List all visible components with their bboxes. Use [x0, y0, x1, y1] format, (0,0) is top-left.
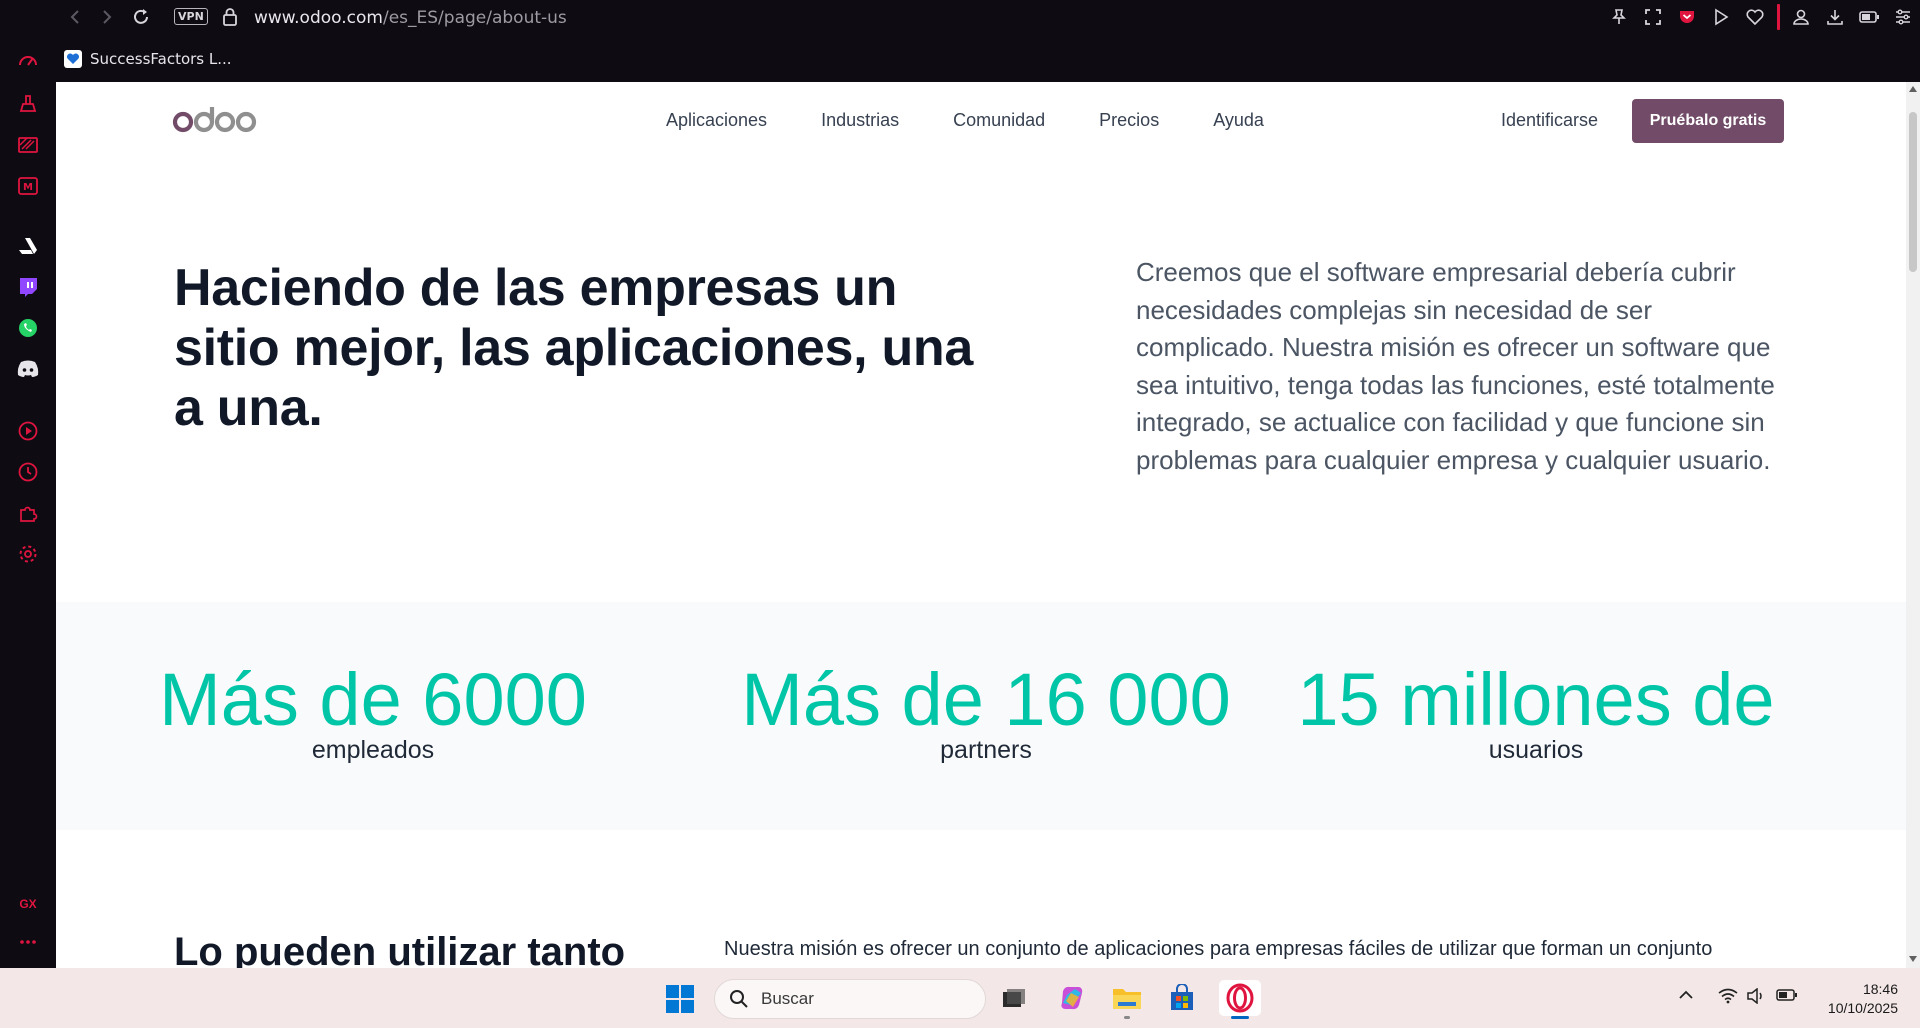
- browser-toolbar: VPN www.odoo.com/es_ES/page/about-us: [0, 0, 1920, 34]
- svg-text:M: M: [23, 182, 33, 193]
- page-scrollbar[interactable]: [1906, 82, 1920, 968]
- easy-setup-icon[interactable]: [1886, 0, 1920, 34]
- whatsapp-icon[interactable]: [16, 316, 40, 340]
- menu-precios[interactable]: Precios: [1099, 110, 1159, 131]
- player-icon[interactable]: [16, 419, 40, 443]
- gx-corner-icon[interactable]: [16, 133, 40, 157]
- vpn-badge[interactable]: VPN: [174, 8, 208, 25]
- menu-comunidad[interactable]: Comunidad: [953, 110, 1045, 131]
- extensions-icon[interactable]: [16, 501, 40, 525]
- history-icon[interactable]: [16, 460, 40, 484]
- bookmark-label: SuccessFactors L...: [90, 50, 232, 68]
- snapshot-icon[interactable]: [1636, 0, 1670, 34]
- profile-icon[interactable]: [1784, 0, 1818, 34]
- stats-section: Más de 6000 empleados Más de 16 000 part…: [56, 602, 1906, 830]
- section-title: Lo pueden utilizar tanto: [174, 930, 626, 968]
- clock-date: 10/10/2025: [1827, 1000, 1898, 1016]
- active-indicator: [1231, 1016, 1249, 1019]
- signin-link[interactable]: Identificarse: [1501, 110, 1598, 131]
- scroll-thumb[interactable]: [1909, 112, 1917, 272]
- twitch-icon[interactable]: [16, 275, 40, 299]
- search-placeholder: Buscar: [761, 989, 814, 1008]
- taskbar-search[interactable]: Buscar: [714, 979, 986, 1019]
- heart-favicon-icon: [64, 50, 82, 68]
- url-host: www.odoo.com: [254, 8, 383, 28]
- web-page: Aplicaciones Industrias Comunidad Precio…: [56, 82, 1906, 968]
- scroll-up-icon[interactable]: [1909, 86, 1917, 92]
- lock-icon[interactable]: [222, 7, 238, 32]
- stat-number: 15 millones de: [1297, 658, 1775, 741]
- section-text: Nuestra misión es ofrecer un conjunto de…: [724, 938, 1713, 960]
- forward-button[interactable]: [93, 3, 121, 31]
- file-explorer-icon[interactable]: [1109, 980, 1145, 1019]
- copilot-icon[interactable]: [1054, 980, 1090, 1016]
- artstation-icon[interactable]: [16, 234, 40, 258]
- back-button[interactable]: [61, 3, 89, 31]
- cleaner-icon[interactable]: [16, 92, 40, 116]
- address-bar[interactable]: www.odoo.com/es_ES/page/about-us: [254, 8, 567, 28]
- gx-control-label[interactable]: GX: [16, 892, 40, 916]
- try-free-button[interactable]: Pruébalo gratis: [1632, 99, 1784, 143]
- reload-button[interactable]: [127, 3, 155, 31]
- chevron-up-icon[interactable]: [1678, 988, 1694, 1006]
- hero-title: Haciendo de las empresas un sitio mejor,…: [174, 259, 973, 437]
- stat-partners: Más de 16 000 partners: [731, 658, 1241, 764]
- system-clock[interactable]: 18:46 10/10/2025: [1828, 980, 1898, 1018]
- download-icon[interactable]: [1818, 0, 1852, 34]
- stat-number: Más de 6000: [159, 658, 587, 741]
- menu-industrias[interactable]: Industrias: [821, 110, 899, 131]
- clock-time: 18:46: [1862, 981, 1898, 997]
- windows-taskbar: Buscar 18:46 10/10/2025: [0, 968, 1920, 1028]
- bookmark-item[interactable]: SuccessFactors L...: [56, 50, 232, 68]
- url-path: /es_ES/page/about-us: [382, 8, 567, 28]
- battery-icon[interactable]: [1776, 988, 1798, 1007]
- settings-gear-icon[interactable]: [16, 542, 40, 566]
- odoo-logo-mark: [172, 107, 257, 133]
- main-menu: Aplicaciones Industrias Comunidad Precio…: [666, 110, 1318, 131]
- wifi-icon[interactable]: [1718, 988, 1738, 1009]
- stat-employees: Más de 6000 empleados: [148, 658, 598, 764]
- browser-sidebar: M GX: [0, 34, 56, 968]
- pin-icon[interactable]: [1602, 0, 1636, 34]
- discord-icon[interactable]: [16, 357, 40, 381]
- microsoft-store-icon[interactable]: [1164, 980, 1200, 1016]
- menu-ayuda[interactable]: Ayuda: [1213, 110, 1264, 131]
- menu-aplicaciones[interactable]: Aplicaciones: [666, 110, 767, 131]
- pocket-icon[interactable]: [1670, 0, 1704, 34]
- windows-start-icon[interactable]: [665, 984, 695, 1019]
- toolbar-separator: [1772, 0, 1784, 34]
- hero-text: Creemos que el software empresarial debe…: [1136, 257, 1775, 475]
- volume-icon[interactable]: [1746, 987, 1766, 1009]
- task-view-icon[interactable]: [996, 980, 1032, 1016]
- more-icon[interactable]: [16, 930, 40, 954]
- stat-number: Más de 16 000: [741, 658, 1231, 741]
- battery-saver-icon[interactable]: [1852, 0, 1886, 34]
- heart-icon[interactable]: [1738, 0, 1772, 34]
- stat-users: 15 millones de usuarios: [1296, 658, 1776, 764]
- bookmarks-bar: SuccessFactors L...: [56, 46, 232, 72]
- scroll-down-icon[interactable]: [1909, 956, 1917, 962]
- running-indicator: [1124, 1016, 1130, 1019]
- speed-dial-icon[interactable]: [16, 50, 40, 74]
- search-icon: [730, 990, 748, 1008]
- gmail-icon[interactable]: M: [16, 174, 40, 198]
- odoo-logo[interactable]: [172, 100, 258, 140]
- send-icon[interactable]: [1704, 0, 1738, 34]
- opera-gx-taskbar-icon[interactable]: [1219, 980, 1261, 1019]
